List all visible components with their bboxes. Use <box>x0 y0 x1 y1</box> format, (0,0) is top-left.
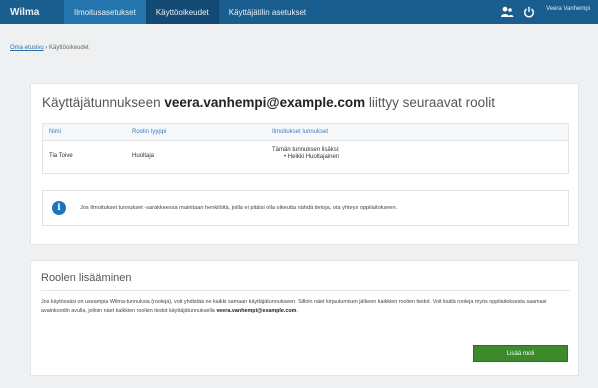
table-header: Nimi Roolin tyyppi Ilmoitukset lunnukset <box>43 124 568 141</box>
column-header-accounts[interactable]: Ilmoitukset lunnukset <box>268 129 568 135</box>
page-title: Käyttäjätunnukseen veera.vanhempi@exampl… <box>42 95 495 110</box>
add-role-button[interactable]: Lisää rooli <box>473 345 568 362</box>
cell-accounts: Tämän tunnuksen lisäksi: • Heikki Huolta… <box>268 141 568 160</box>
title-prefix: Käyttäjätunnukseen <box>42 95 161 110</box>
tab-ilmoitusasetukset[interactable]: Ilmoitusasetukset <box>64 0 146 24</box>
account-name: Heikki Huoltajainen <box>287 154 340 160</box>
tab-kayttajatilin-asetukset[interactable]: Käyttäjätilin asetukset <box>219 0 316 24</box>
user-name[interactable]: Veera Vanhempi <box>540 6 598 12</box>
cell-role-type: Huoltaja <box>132 153 155 159</box>
add-role-description: Jos käytössäsi on useampia Wilma-tunnuks… <box>41 298 570 315</box>
roles-card: Käyttäjätunnukseen veera.vanhempi@exampl… <box>30 83 579 245</box>
accounts-header: Tämän tunnuksen lisäksi: <box>272 147 340 153</box>
breadcrumb-home-link[interactable]: Oma etusivu <box>10 45 44 51</box>
info-icon: i <box>52 201 66 215</box>
column-header-role-type[interactable]: Roolin tyyppi <box>128 129 268 135</box>
title-suffix: liittyy seuraavat roolit <box>368 95 495 110</box>
breadcrumb: Oma etusivu › Käyttöoikeudet <box>10 45 89 51</box>
account-list-item: • Heikki Huoltajainen <box>272 154 568 160</box>
breadcrumb-current: Käyttöoikeudet <box>49 45 89 51</box>
add-role-card: Roolen lisääminen Jos käytössäsi on usea… <box>30 260 579 376</box>
top-navigation-bar: Wilma Ilmoitusasetukset Käyttöoikeudet K… <box>0 0 598 24</box>
cell-name: Tia Toive <box>49 153 73 159</box>
divider <box>41 290 570 291</box>
title-email: veera.vanhempi@example.com <box>164 95 366 110</box>
add-role-title: Roolen lisääminen <box>41 272 132 284</box>
table-row: Tia Toive Huoltaja Tämän tunnuksen lisäk… <box>43 141 568 173</box>
info-notice: i Jos Ilmoitukset tunnukset -sarakkeessa… <box>42 190 569 226</box>
description-period: . <box>296 307 298 314</box>
info-text: Jos Ilmoitukset tunnukset -sarakkeessa m… <box>80 205 398 211</box>
roles-table: Nimi Roolin tyyppi Ilmoitukset lunnukset… <box>42 123 569 174</box>
users-icon[interactable] <box>496 0 518 24</box>
app-logo[interactable]: Wilma <box>0 7 64 18</box>
tab-kayttooikeudet[interactable]: Käyttöoikeudet <box>145 0 219 24</box>
description-email: veera.vanhempi@example.com <box>216 307 297 314</box>
column-header-name[interactable]: Nimi <box>43 129 128 135</box>
power-icon[interactable] <box>518 0 540 24</box>
breadcrumb-separator: › <box>45 45 48 51</box>
